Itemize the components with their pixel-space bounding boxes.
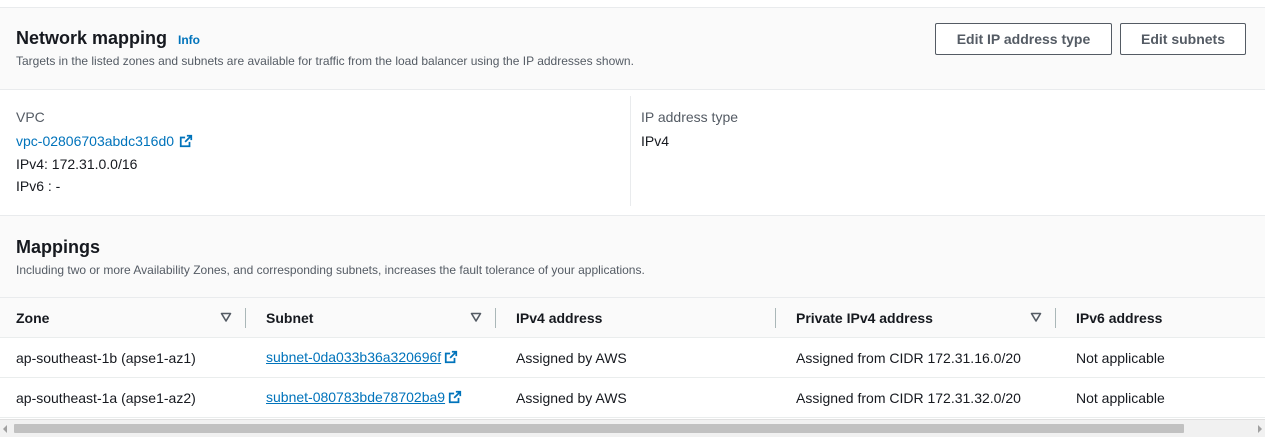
column-resizer[interactable] — [775, 308, 776, 328]
cell-ipv6: Not applicable — [1076, 350, 1165, 366]
vpc-link[interactable]: vpc-02806703abdc316d0 — [16, 133, 193, 149]
ip-address-type-value: IPv4 — [641, 133, 670, 149]
vpc-link-text: vpc-02806703abdc316d0 — [16, 133, 175, 149]
vpc-ipv6: IPv6 : - — [16, 178, 61, 194]
column-header-private-ipv4[interactable]: Private IPv4 address — [796, 310, 933, 326]
cell-ipv6: Not applicable — [1076, 390, 1165, 406]
cell-private-ipv4: Assigned from CIDR 172.31.32.0/20 — [796, 390, 1021, 406]
column-divider — [630, 96, 631, 206]
external-link-icon — [448, 390, 462, 404]
mappings-title: Mappings — [16, 237, 100, 257]
horizontal-scrollbar[interactable] — [0, 419, 1265, 437]
table-header: Zone Subnet IPv4 address Private IPv4 ad… — [0, 298, 1265, 338]
edit-ip-address-type-button[interactable]: Edit IP address type — [935, 23, 1112, 55]
column-header-ipv6[interactable]: IPv6 address — [1076, 310, 1162, 326]
scroll-left-arrow-icon[interactable] — [3, 425, 7, 433]
section-title: Network mapping — [16, 28, 168, 48]
sort-caret-down-icon[interactable] — [470, 311, 482, 323]
section-description: Targets in the listed zones and subnets … — [16, 54, 634, 68]
subnet-link[interactable]: subnet-080783bde78702ba9 — [266, 389, 462, 405]
column-resizer[interactable] — [1055, 308, 1056, 328]
cell-zone: ap-southeast-1a (apse1-az2) — [16, 390, 196, 406]
column-resizer[interactable] — [495, 308, 496, 328]
details-panel: VPC vpc-02806703abdc316d0 IPv4: 172.31.0… — [0, 90, 1265, 216]
mappings-description: Including two or more Availability Zones… — [16, 263, 645, 277]
column-resizer[interactable] — [245, 308, 246, 328]
cell-ipv4: Assigned by AWS — [516, 390, 627, 406]
subnet-link[interactable]: subnet-0da033b36a320696f — [266, 349, 458, 365]
vpc-ipv4: IPv4: 172.31.0.0/16 — [16, 156, 138, 172]
sort-caret-down-icon[interactable] — [1030, 311, 1042, 323]
scrollbar-thumb[interactable] — [14, 424, 1184, 433]
external-link-icon — [179, 134, 193, 148]
network-mapping-header: Network mapping Info Targets in the list… — [0, 8, 1265, 90]
mappings-header: Mappings Including two or more Availabil… — [0, 216, 1265, 298]
table-row: ap-southeast-1b (apse1-az1) subnet-0da03… — [0, 338, 1265, 378]
subnet-link-text: subnet-0da033b36a320696f — [266, 349, 442, 365]
cell-ipv4: Assigned by AWS — [516, 350, 627, 366]
sort-caret-down-icon[interactable] — [220, 311, 232, 323]
info-link[interactable]: Info — [178, 33, 200, 47]
column-header-ipv4[interactable]: IPv4 address — [516, 310, 602, 326]
subnet-link-text: subnet-080783bde78702ba9 — [266, 389, 446, 405]
edit-subnets-button[interactable]: Edit subnets — [1120, 23, 1246, 55]
ip-address-type-label: IP address type — [641, 109, 739, 125]
top-strip — [0, 0, 1265, 8]
cell-private-ipv4: Assigned from CIDR 172.31.16.0/20 — [796, 350, 1021, 366]
column-header-zone[interactable]: Zone — [16, 310, 49, 326]
table-row: ap-southeast-1a (apse1-az2) subnet-08078… — [0, 378, 1265, 418]
scroll-right-arrow-icon[interactable] — [1258, 425, 1262, 433]
cell-zone: ap-southeast-1b (apse1-az1) — [16, 350, 196, 366]
external-link-icon — [445, 350, 458, 364]
vpc-label: VPC — [16, 109, 45, 125]
column-header-subnet[interactable]: Subnet — [266, 310, 313, 326]
